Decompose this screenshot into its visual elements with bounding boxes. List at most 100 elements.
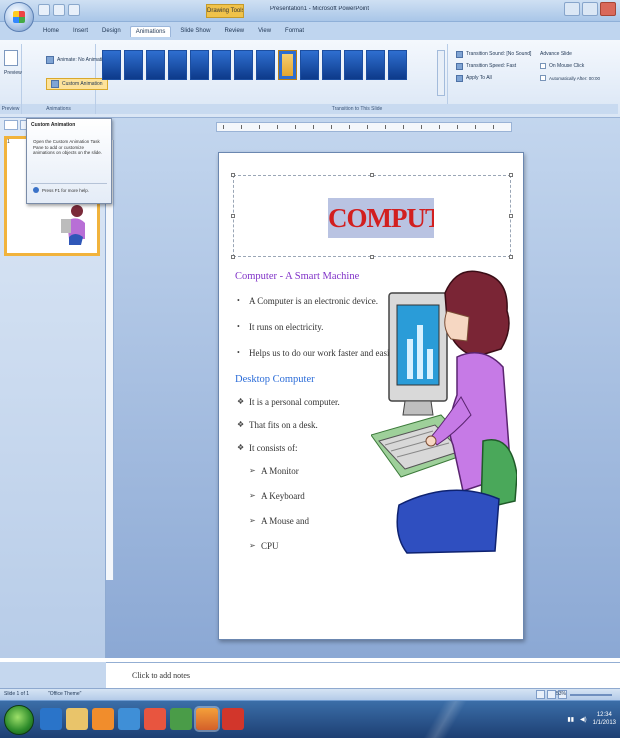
ruler-tick — [421, 125, 422, 129]
bullet-marker-icon: ➢ — [249, 516, 256, 525]
preview-label: Preview — [4, 70, 22, 76]
file-explorer-icon[interactable] — [66, 708, 88, 730]
on-mouse-click-checkbox[interactable] — [540, 63, 546, 69]
slide-canvas[interactable]: COMPUTER Computer - A Smart Machine • A C… — [218, 152, 524, 640]
volume-icon[interactable]: ◀) — [580, 716, 587, 723]
excel-icon[interactable] — [170, 708, 192, 730]
tooltip-divider — [31, 183, 107, 184]
bullet-text: A Monitor — [261, 466, 299, 476]
slide-sorter-button[interactable] — [547, 690, 556, 699]
redo-icon[interactable] — [68, 4, 80, 16]
minimize-button[interactable] — [564, 2, 580, 16]
bullet-item: ➢ A Mouse and — [235, 516, 385, 526]
title-placeholder[interactable]: COMPUTER — [231, 173, 513, 259]
gallery-scroll-button[interactable] — [437, 50, 445, 96]
resize-handle[interactable] — [509, 173, 513, 177]
network-icon[interactable]: ▮▮ — [567, 716, 574, 723]
ruler-tick — [277, 125, 278, 129]
on-mouse-click-option[interactable]: On Mouse Click — [540, 60, 600, 72]
transition-thumbnail[interactable] — [344, 50, 363, 80]
transition-sound-control[interactable]: Transition Sound: [No Sound] — [456, 48, 531, 60]
tooltip-body: Open the Custom Animation Task Pane to a… — [33, 139, 103, 155]
ruler-tick — [367, 125, 368, 129]
transition-thumbnail[interactable] — [102, 50, 121, 80]
transition-thumbnail[interactable] — [146, 50, 165, 80]
undo-icon[interactable] — [53, 4, 65, 16]
transition-thumbnail[interactable] — [278, 50, 297, 80]
clock[interactable]: 12:34 1/1/2013 — [593, 711, 616, 727]
maximize-button[interactable] — [582, 2, 598, 16]
powerpoint-icon[interactable] — [196, 708, 218, 730]
office-button[interactable] — [4, 2, 34, 32]
transition-thumbnail[interactable] — [322, 50, 341, 80]
close-button[interactable] — [600, 2, 616, 16]
normal-view-button[interactable] — [536, 690, 545, 699]
zoom-slider[interactable] — [570, 694, 612, 696]
internet-explorer-icon[interactable] — [40, 708, 62, 730]
bullet-item: ➢ A Keyboard — [235, 491, 385, 501]
apply-all-icon — [456, 74, 463, 82]
woman-at-computer-clipart[interactable] — [371, 265, 517, 555]
bullet-marker-icon: ➢ — [249, 466, 256, 475]
resize-handle[interactable] — [509, 255, 513, 259]
transition-thumbnail[interactable] — [190, 50, 209, 80]
tab-slide-show[interactable]: Slide Show — [175, 26, 215, 37]
sound-icon — [456, 50, 463, 58]
notes-left-gap — [0, 662, 106, 688]
tab-review[interactable]: Review — [219, 26, 249, 37]
resize-handle[interactable] — [231, 214, 235, 218]
transition-thumbnail[interactable] — [388, 50, 407, 80]
clock-time: 12:34 — [596, 712, 612, 718]
transition-thumbnail[interactable] — [124, 50, 143, 80]
bullet-item: • It runs on electricity. — [235, 322, 385, 332]
system-tray: ▮▮ ◀) 12:34 1/1/2013 — [567, 711, 616, 727]
bullet-marker-icon: • — [237, 296, 240, 305]
bullet-marker-icon: • — [237, 348, 240, 357]
auto-after-checkbox[interactable] — [540, 75, 546, 81]
tab-design[interactable]: Design — [97, 26, 126, 37]
media-player-icon[interactable] — [92, 708, 114, 730]
transition-thumbnail[interactable] — [366, 50, 385, 80]
resize-handle[interactable] — [509, 214, 513, 218]
resize-handle[interactable] — [231, 173, 235, 177]
slide-title[interactable]: COMPUTER — [328, 198, 434, 238]
transition-thumbnail[interactable] — [256, 50, 275, 80]
transition-thumbnail[interactable] — [212, 50, 231, 80]
tab-format[interactable]: Format — [280, 26, 309, 37]
resize-handle[interactable] — [370, 173, 374, 177]
apply-to-all-button[interactable]: Apply To All — [456, 72, 531, 84]
clock-date: 1/1/2013 — [592, 720, 616, 726]
animations-group-label: Animations — [22, 104, 95, 114]
slides-tab[interactable] — [4, 120, 18, 130]
notes-pane[interactable]: Click to add notes — [106, 662, 620, 688]
resize-handle[interactable] — [370, 255, 374, 259]
custom-animation-icon — [51, 80, 59, 88]
tab-insert[interactable]: Insert — [68, 26, 93, 37]
office-logo-icon — [13, 11, 25, 23]
content-placeholder[interactable]: Computer - A Smart Machine • A Computer i… — [235, 271, 398, 566]
preview-button[interactable]: Preview — [4, 50, 22, 86]
save-icon[interactable] — [38, 4, 50, 16]
word-icon[interactable] — [118, 708, 140, 730]
bullet-text: It is a personal computer. — [249, 397, 340, 407]
transition-thumbnail[interactable] — [168, 50, 187, 80]
resize-handle[interactable] — [231, 255, 235, 259]
windows-taskbar: ▮▮ ◀) 12:34 1/1/2013 — [0, 700, 620, 738]
bullet-marker-icon: ❖ — [237, 397, 245, 406]
tab-animations[interactable]: Animations — [129, 26, 172, 37]
notes-placeholder[interactable]: Click to add notes — [132, 671, 190, 680]
bullet-item: ❖ It consists of: — [235, 443, 385, 453]
ruler-tick — [241, 125, 242, 129]
transition-speed-control[interactable]: Transition Speed: Fast — [456, 60, 531, 72]
tab-view[interactable]: View — [253, 26, 276, 37]
chrome-icon[interactable] — [144, 708, 166, 730]
transition-thumbnail[interactable] — [300, 50, 319, 80]
start-button[interactable] — [4, 705, 34, 735]
ruler-tick — [331, 125, 332, 129]
transition-thumbnail[interactable] — [234, 50, 253, 80]
tab-home[interactable]: Home — [38, 26, 64, 37]
auto-after-option[interactable]: Automatically After: 00:00 — [540, 72, 600, 84]
acrobat-icon[interactable] — [222, 708, 244, 730]
transition-group-label: Transition to This Slide — [96, 104, 618, 114]
zoom-level[interactable]: 53% — [556, 691, 566, 697]
